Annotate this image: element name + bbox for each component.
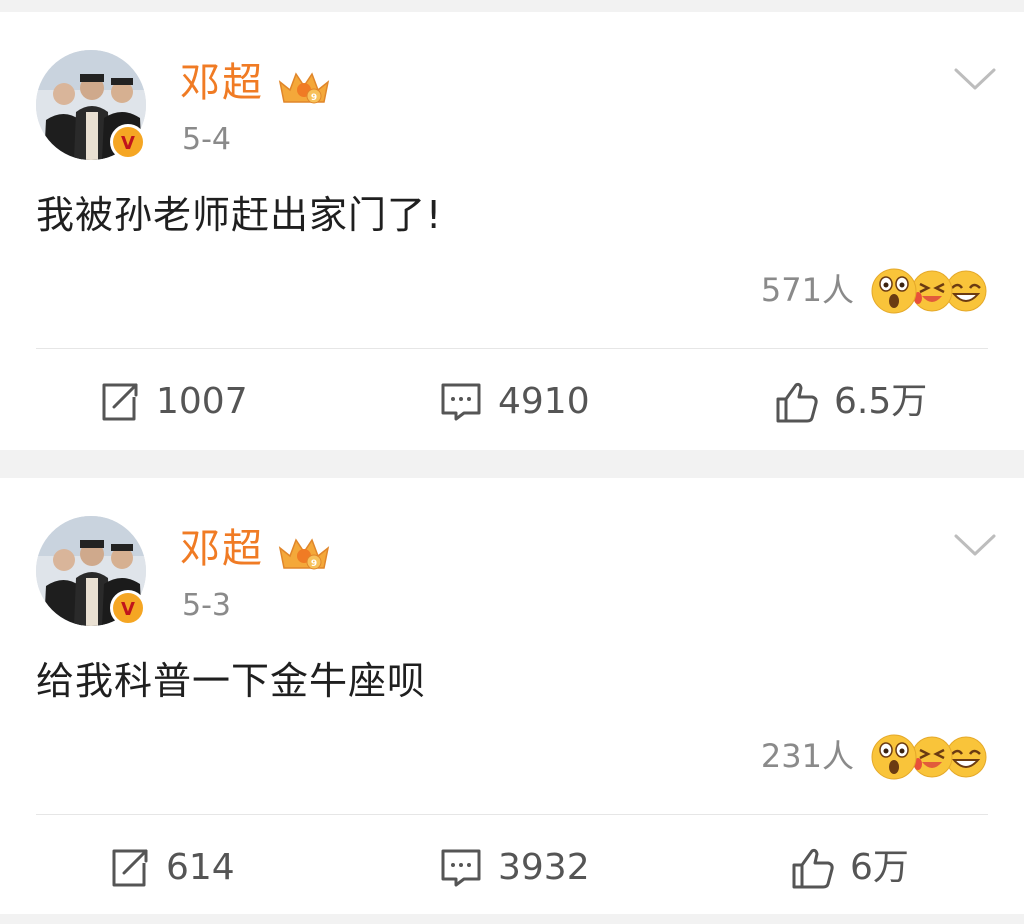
avatar[interactable]: V (36, 50, 146, 160)
surprised-emoji-icon (871, 734, 917, 780)
post-date: 5-3 (182, 588, 231, 623)
repost-icon (112, 849, 148, 887)
weibo-feed: V 邓超 9 5-4 我被孙老师赶出家门了! 571人 1007 4910 6.… (0, 0, 1024, 924)
username[interactable]: 邓超 (180, 524, 264, 574)
laughing-crying-emoji-icon (911, 270, 953, 312)
like-count: 6.5万 (834, 381, 928, 422)
comment-button[interactable]: 4910 (438, 372, 590, 432)
svg-text:9: 9 (311, 559, 317, 569)
comment-count: 3932 (498, 847, 590, 888)
post-date: 5-4 (182, 122, 231, 157)
verified-v-icon: V (110, 124, 146, 160)
chevron-down-icon[interactable] (950, 60, 1000, 100)
like-button[interactable]: 6万 (790, 838, 909, 898)
vip-crown-icon[interactable]: 9 (276, 532, 332, 576)
like-count: 6万 (850, 847, 909, 888)
comment-icon (441, 383, 481, 421)
reaction-count[interactable]: 231人 (761, 734, 854, 778)
laughing-crying-emoji-icon (911, 736, 953, 778)
divider (36, 814, 988, 815)
svg-text:V: V (121, 133, 135, 154)
verified-v-icon: V (110, 590, 146, 626)
post-card[interactable]: V 邓超 9 5-4 我被孙老师赶出家门了! 571人 1007 4910 6.… (0, 12, 1024, 450)
repost-count: 1007 (156, 381, 248, 422)
svg-text:V: V (121, 599, 135, 620)
reaction-emojis[interactable] (868, 732, 992, 782)
repost-icon (102, 383, 138, 421)
post-text[interactable]: 给我科普一下金牛座呗 (36, 656, 426, 706)
thumbs-up-icon (776, 382, 818, 423)
reaction-emojis[interactable] (868, 266, 992, 316)
repost-button[interactable]: 1007 (96, 372, 248, 432)
avatar[interactable]: V (36, 516, 146, 626)
divider (36, 348, 988, 349)
svg-text:9: 9 (311, 93, 317, 103)
reaction-count[interactable]: 571人 (761, 268, 854, 312)
comment-count: 4910 (498, 381, 590, 422)
comment-icon (441, 849, 481, 887)
like-button[interactable]: 6.5万 (774, 372, 927, 432)
vip-crown-icon[interactable]: 9 (276, 66, 332, 110)
post-text[interactable]: 我被孙老师赶出家门了! (36, 190, 442, 240)
repost-button[interactable]: 614 (106, 838, 235, 898)
username[interactable]: 邓超 (180, 58, 264, 108)
repost-count: 614 (166, 847, 235, 888)
surprised-emoji-icon (871, 268, 917, 314)
post-card[interactable]: V 邓超 9 5-3 给我科普一下金牛座呗 231人 614 3932 6万 (0, 478, 1024, 914)
comment-button[interactable]: 3932 (438, 838, 590, 898)
thumbs-up-icon (792, 848, 834, 889)
chevron-down-icon[interactable] (950, 526, 1000, 566)
